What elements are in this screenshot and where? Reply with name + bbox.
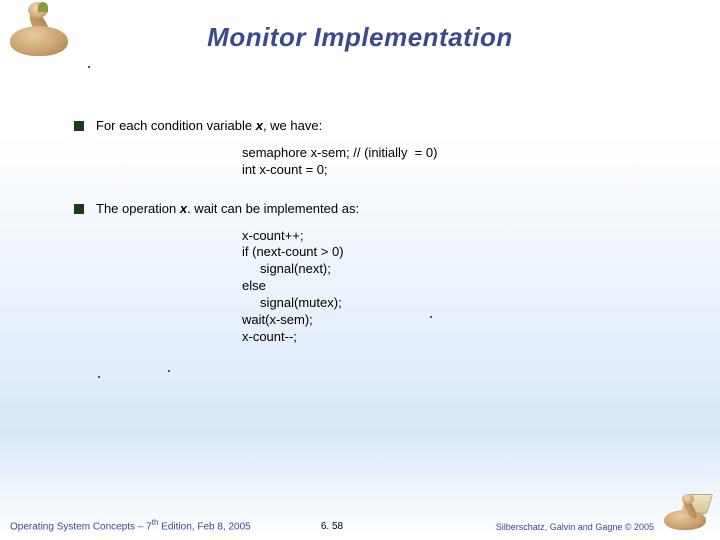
decorative-dot [168, 370, 170, 372]
square-bullet-icon [74, 121, 84, 131]
decorative-dot [98, 376, 100, 378]
bullet-item: The operation x. wait can be implemented… [74, 201, 680, 218]
footer-right: Silberschatz, Galvin and Gagne © 2005 [496, 522, 654, 532]
footer-left: Operating System Concepts – 7th Edition,… [10, 518, 251, 532]
slide-title: Monitor Implementation [0, 22, 720, 53]
bullet-item: For each condition variable x, we have: [74, 118, 680, 135]
decorative-dot [88, 66, 90, 68]
slide-content: For each condition variable x, we have: … [74, 118, 680, 368]
bullet-text: The operation x. wait can be implemented… [96, 201, 359, 218]
code-block-declarations: semaphore x-sem; // (initially = 0) int … [242, 145, 680, 179]
dinosaur-logo-bottom [662, 494, 714, 534]
bullet-text: For each condition variable x, we have: [96, 118, 322, 135]
slide-footer: Operating System Concepts – 7th Edition,… [10, 518, 654, 532]
square-bullet-icon [74, 204, 84, 214]
footer-page-number: 6. 58 [321, 521, 343, 532]
code-block-wait-impl: x-count++; if (next-count > 0) signal(ne… [242, 228, 680, 346]
